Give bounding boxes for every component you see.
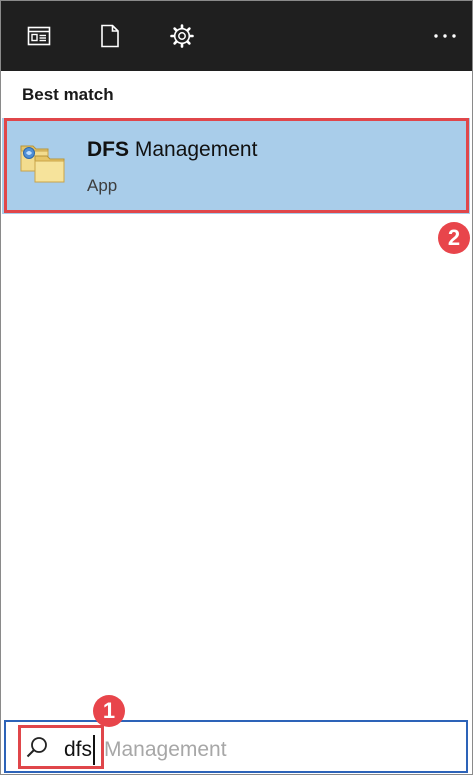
apps-view-button[interactable] bbox=[23, 20, 55, 52]
apps-view-icon bbox=[27, 26, 51, 46]
annotation-step-1-badge: 1 bbox=[93, 695, 125, 727]
best-match-heading: Best match bbox=[22, 85, 114, 104]
text-caret bbox=[93, 735, 95, 765]
result-app-name: DFS Management bbox=[87, 138, 257, 162]
result-app-type: App bbox=[87, 176, 118, 195]
result-name-match: DFS bbox=[87, 138, 129, 161]
more-options-button[interactable] bbox=[429, 20, 461, 52]
settings-gear-icon bbox=[170, 24, 194, 48]
more-options-icon bbox=[434, 34, 456, 38]
top-toolbar bbox=[1, 1, 472, 71]
documents-button[interactable] bbox=[94, 20, 126, 52]
annotation-step-2-badge: 2 bbox=[438, 222, 470, 254]
settings-button[interactable] bbox=[166, 20, 198, 52]
search-autocomplete-suggestion: Management bbox=[104, 738, 227, 761]
search-input-text[interactable]: dfs bbox=[64, 738, 92, 762]
dfs-folder-icon bbox=[20, 145, 65, 183]
document-icon bbox=[101, 24, 119, 48]
search-icon bbox=[26, 737, 47, 758]
start-search-panel: Best match DFS Management App 2 dfs Mana… bbox=[0, 0, 473, 775]
best-match-result[interactable] bbox=[2, 118, 470, 214]
result-name-rest: Management bbox=[134, 138, 258, 161]
